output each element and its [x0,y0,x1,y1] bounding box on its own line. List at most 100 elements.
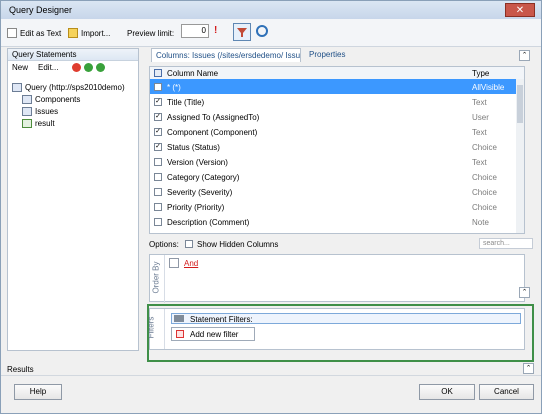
divider [1,375,541,376]
type-cell: Text [472,128,487,137]
edit-button[interactable]: Edit... [38,63,58,72]
title-bar: Query Designer ✕ [1,1,541,19]
show-hidden-label: Show Hidden Columns [197,240,279,249]
filters-collapse-button[interactable]: ⌃ [519,287,530,298]
table-row[interactable]: ✓ Title (Title) Text [150,94,516,109]
edit-as-text-button[interactable]: Edit as Text [7,25,61,41]
toolbar: Edit as Text Import... Preview limit: 0 … [1,19,541,47]
column-name-cell: Description (Comment) [167,218,250,227]
columns-grid: Column Name Type * (*) AllVisible ✓ Title (… [149,66,525,234]
query-statements-pane: Query Statements New Edit... Query (http… [7,48,139,351]
row-checkbox[interactable]: ✓ [154,143,162,151]
select-all-checkbox[interactable] [154,69,162,77]
row-checkbox[interactable]: ✓ [154,128,162,136]
table-row[interactable]: Category (Category) Choice [150,169,516,184]
column-name-cell: Assigned To (AssignedTo) [167,113,260,122]
tab-columns[interactable]: Columns: Issues (/sites/ersdedemo/ Issue… [151,48,301,62]
type-cell: Choice [472,143,497,152]
type-cell: Text [472,158,487,167]
move-up-icon[interactable] [84,63,93,72]
column-name-cell: Category (Category) [167,173,240,182]
tab-properties[interactable]: Properties [309,50,345,59]
move-down-icon[interactable] [96,63,105,72]
tree-node-result[interactable]: result [22,117,55,129]
toggle-query-button[interactable] [233,23,251,41]
show-hidden-checkbox[interactable] [185,240,193,248]
row-checkbox[interactable]: ✓ [154,113,162,121]
cancel-button[interactable]: Cancel [479,384,534,400]
preview-limit-label: Preview limit: [127,29,175,38]
column-name-cell: Priority (Priority) [167,203,225,212]
options-label: Options: [149,240,179,249]
row-checkbox[interactable] [154,188,162,196]
results-expand-button[interactable]: ⌃ [523,363,534,374]
import-button[interactable]: Import... [68,25,110,41]
column-name-cell: Severity (Severity) [167,188,233,197]
preview-limit-input[interactable]: 0 [181,24,209,38]
tree-node-components[interactable]: Components [22,93,80,105]
column-name-cell: Title (Title) [167,98,205,107]
order-by-text: Order By [151,261,161,294]
tab-strip: Columns: Issues (/sites/ersdedemo/ Issue… [143,48,535,62]
list-icon [22,106,32,116]
search-input[interactable]: search... [479,238,533,249]
order-by-panel: Order By And [149,254,525,303]
table-row[interactable]: Priority (Priority) Choice [150,199,516,214]
row-checkbox[interactable] [154,83,162,91]
table-row[interactable]: ✓ Assigned To (AssignedTo) User [150,109,516,124]
collapse-button[interactable]: ⌃ [519,50,530,61]
warning-icon: ! [214,25,218,36]
type-cell: Choice [472,188,497,197]
tree-label-result: result [35,118,55,128]
table-row[interactable]: Version (Version) Text [150,154,516,169]
column-name-cell: Component (Component) [167,128,258,137]
grid-scrollbar[interactable] [516,79,524,233]
row-checkbox[interactable] [154,218,162,226]
filter-icon [237,28,247,37]
tree-node-query[interactable]: Query (http://sps2010demo) [12,81,125,93]
window-title: Query Designer [9,5,73,15]
ok-button[interactable]: OK [419,384,475,400]
close-button[interactable]: ✕ [505,3,535,17]
list-icon [22,94,32,104]
table-row[interactable]: ✓ Component (Component) Text [150,124,516,139]
scroll-thumb[interactable] [517,85,523,123]
type-header: Type [472,69,490,78]
result-icon [22,118,32,128]
query-designer-window: Query Designer ✕ Edit as Text Import... … [0,0,542,414]
type-cell: Choice [472,203,497,212]
type-cell: User [472,113,489,122]
tree-label-components: Components [35,94,81,104]
order-by-label: Order By [152,255,165,303]
and-link[interactable]: And [184,259,198,268]
column-name-cell: * (*) [167,83,181,92]
column-name-cell: Status (Status) [167,143,220,152]
edit-as-text-label: Edit as Text [20,28,62,38]
refresh-icon[interactable] [256,25,268,37]
statement-tools: New Edit... [8,61,138,74]
row-checkbox[interactable] [154,203,162,211]
query-statements-header: Query Statements [8,49,138,61]
row-checkbox[interactable] [154,173,162,181]
options-row: Options: Show Hidden Columns search... [149,238,533,250]
column-name-header: Column Name [167,69,219,78]
row-checkbox[interactable]: ✓ [154,98,162,106]
tree-label-issues: Issues [35,106,59,116]
row-checkbox[interactable] [154,158,162,166]
folder-icon [68,28,78,38]
table-row[interactable]: Description (Comment) Note [150,214,516,229]
table-row[interactable]: * (*) AllVisible [150,79,516,94]
tree-node-issues[interactable]: Issues [22,105,58,117]
results-label: Results [7,365,34,374]
table-row[interactable]: ✓ Status (Status) Choice [150,139,516,154]
column-name-cell: Version (Version) [167,158,228,167]
edit-text-icon [7,28,17,38]
help-button[interactable]: Help [14,384,62,400]
delete-icon[interactable] [72,63,81,72]
new-button[interactable]: New [12,63,28,72]
table-row[interactable]: Severity (Severity) Choice [150,184,516,199]
type-cell: Text [472,98,487,107]
tree-label-query: Query (http://sps2010demo) [25,82,125,92]
query-statements-title: Query Statements [12,50,77,59]
and-box[interactable] [169,258,179,268]
